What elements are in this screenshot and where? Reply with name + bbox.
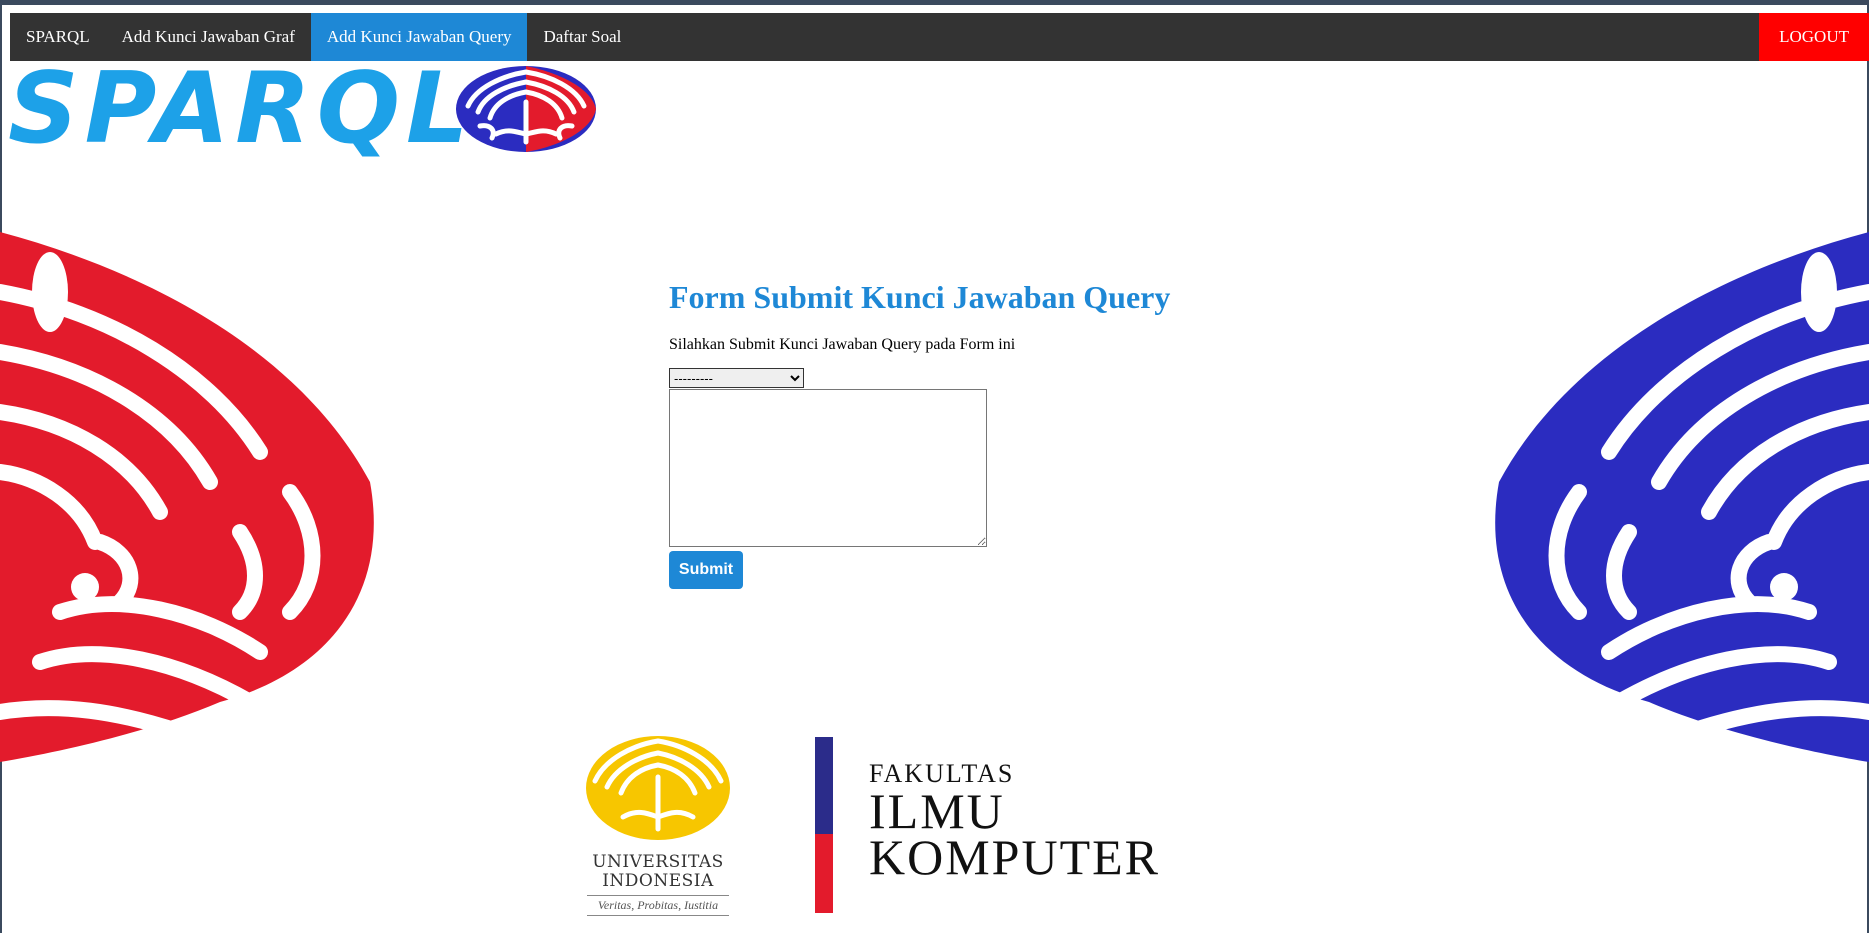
nav-item-sparql[interactable]: SPARQL [10,13,106,61]
ui-motto: Veritas, Probitas, Iustitia [587,895,729,916]
ui-makara-icon [586,736,730,840]
faculty-line3: KOMPUTER [869,829,1161,885]
svg-text:SPARQL: SPARQL [8,62,474,166]
ui-name-line2: INDONESIA [602,871,714,891]
makara-decoration-right [1494,232,1869,767]
fasilkom-bar-blue [815,737,833,834]
makara-emblem-icon [456,66,596,152]
ui-name-line1: UNIVERSITAS [592,852,724,872]
ui-logo: UNIVERSITAS INDONESIA Veritas, Probitas,… [583,733,733,916]
nav-item-daftar-soal[interactable]: Daftar Soal [527,13,637,61]
fasilkom-logo-text: FAKULTAS ILMU KOMPUTER [869,760,1161,885]
fasilkom-bar-red [815,834,833,913]
makara-decoration-left [0,232,375,767]
window-frame-top [0,0,1869,5]
nav-item-add-kunci-jawaban-graf[interactable]: Add Kunci Jawaban Graf [106,13,311,61]
submit-button[interactable]: Submit [669,551,743,589]
top-navbar: SPARQL Add Kunci Jawaban Graf Add Kunci … [10,13,1869,61]
faculty-line2: ILMU [869,783,1005,839]
sparql-wordmark: SPARQL [8,62,474,166]
soal-select[interactable]: --------- [669,368,804,388]
submit-form: Form Submit Kunci Jawaban Query Silahkan… [669,272,1269,589]
query-textarea[interactable] [669,389,987,547]
form-title: Form Submit Kunci Jawaban Query [669,279,1171,315]
fasilkom-color-bar [815,737,833,913]
form-instruction: Silahkan Submit Kunci Jawaban Query pada… [669,336,1016,353]
brand-logo: SPARQL [8,62,598,167]
footer-logos: UNIVERSITAS INDONESIA Veritas, Probitas,… [583,733,1293,933]
nav-item-add-kunci-jawaban-query[interactable]: Add Kunci Jawaban Query [310,13,528,61]
logout-button[interactable]: LOGOUT [1759,13,1869,61]
